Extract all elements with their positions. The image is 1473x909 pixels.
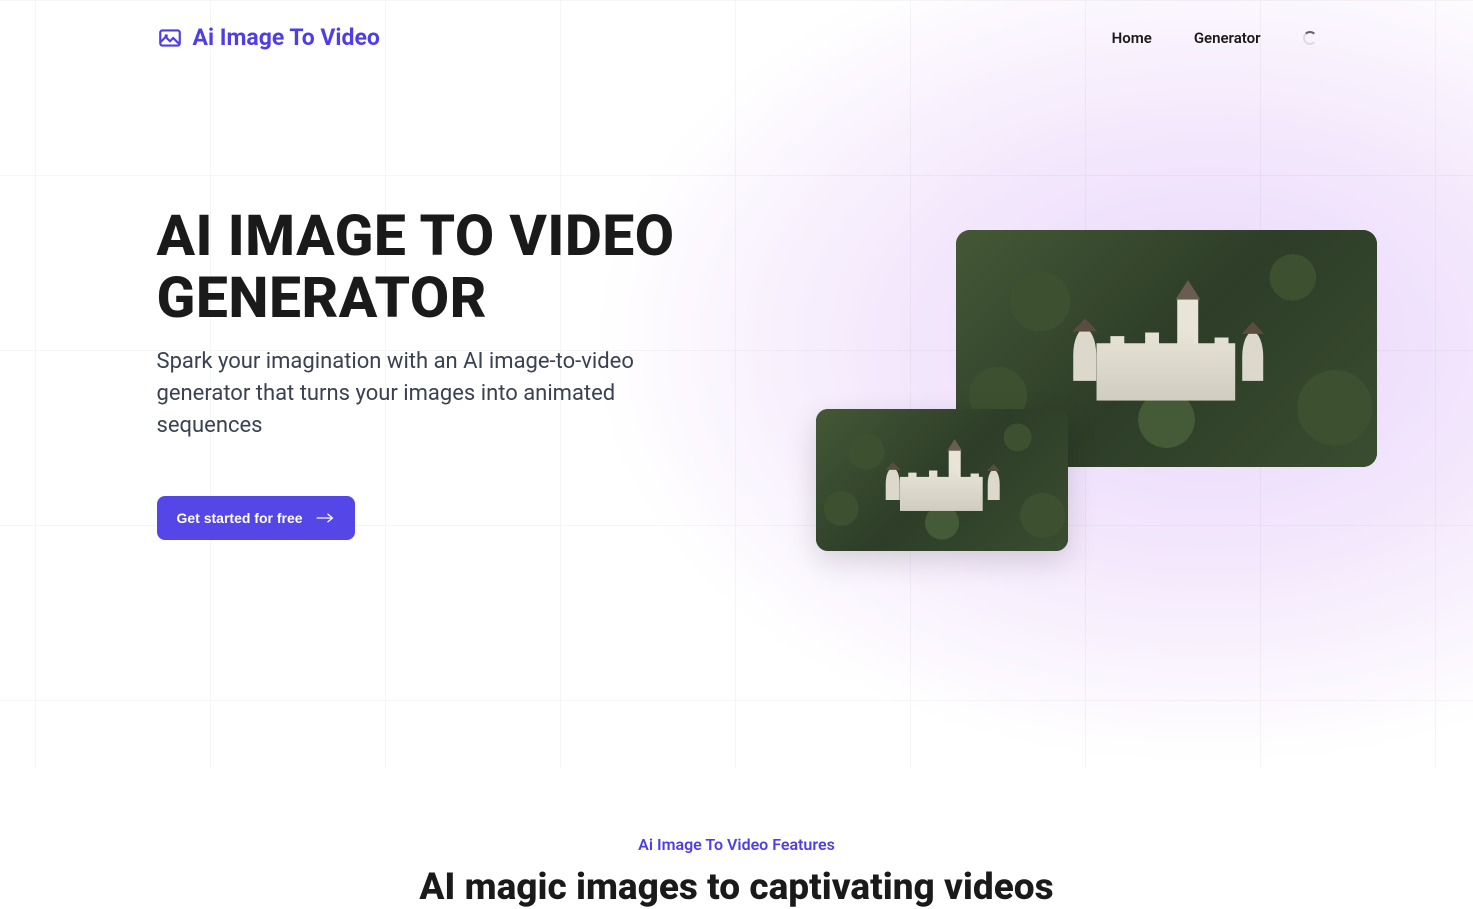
nav-generator[interactable]: Generator: [1194, 29, 1261, 47]
logo[interactable]: Ai Image To Video: [157, 24, 380, 51]
hero-section: AI IMAGE TO VIDEO GENERATOR Spark your i…: [157, 75, 1317, 540]
nav-home[interactable]: Home: [1112, 29, 1152, 47]
features-title: AI magic images to captivating videos: [157, 866, 1317, 909]
hero-title: AI IMAGE TO VIDEO GENERATOR: [157, 205, 697, 328]
get-started-button[interactable]: Get started for free: [157, 496, 355, 540]
logo-text: Ai Image To Video: [193, 24, 380, 51]
features-eyebrow: Ai Image To Video Features: [157, 835, 1317, 854]
features-section: Ai Image To Video Features AI magic imag…: [157, 540, 1317, 909]
hero-image-small: [816, 409, 1068, 551]
nav: Home Generator: [1112, 29, 1317, 47]
hero-subtitle: Spark your imagination with an AI image-…: [157, 346, 647, 442]
cta-label: Get started for free: [177, 510, 303, 526]
loading-spinner-icon: [1303, 31, 1317, 45]
arrow-right-icon: [315, 512, 335, 524]
header: Ai Image To Video Home Generator: [157, 0, 1317, 75]
image-icon: [157, 25, 183, 51]
hero-images: [956, 230, 1377, 467]
